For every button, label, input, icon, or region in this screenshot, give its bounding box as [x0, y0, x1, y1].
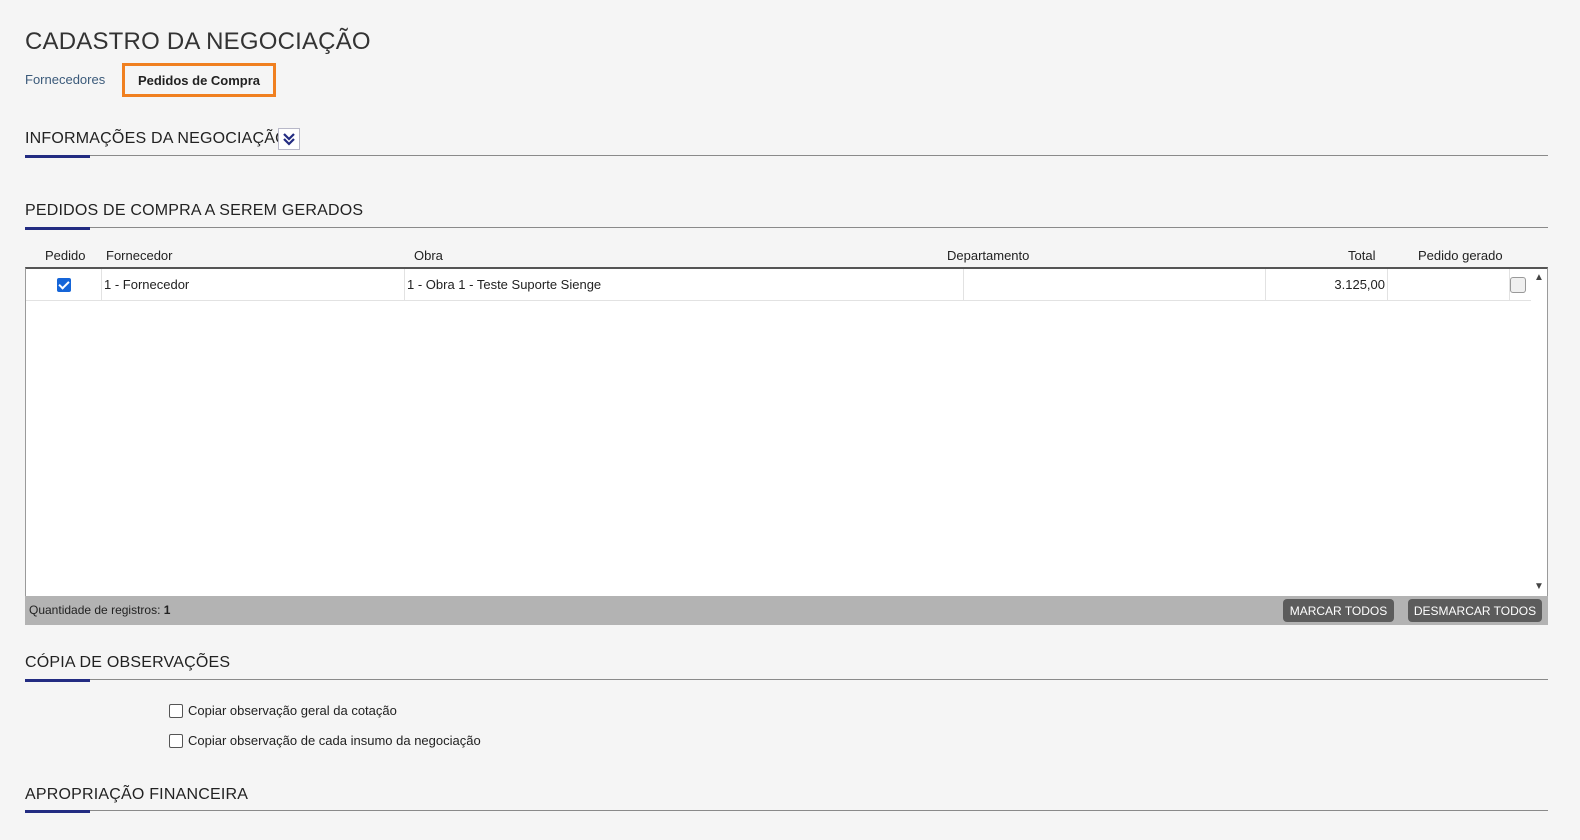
tab-fornecedores[interactable]: Fornecedores — [25, 72, 105, 87]
expand-button[interactable] — [278, 128, 300, 150]
option-copy-each[interactable]: Copiar observação de cada insumo da nego… — [169, 733, 481, 748]
section-accent — [25, 155, 90, 158]
option-label: Copiar observação de cada insumo da nego… — [188, 733, 481, 748]
table-body: 1 - Fornecedor 1 - Obra 1 - Teste Suport… — [25, 267, 1548, 597]
cell-pedido-gerado — [1388, 269, 1510, 300]
cell-departamento — [964, 269, 1266, 300]
checkbox[interactable] — [169, 733, 183, 748]
option-copy-general[interactable]: Copiar observação geral da cotação — [169, 703, 397, 718]
col-header-obra[interactable]: Obra — [414, 248, 443, 263]
cell-obra: 1 - Obra 1 - Teste Suporte Sienge — [405, 269, 964, 300]
table-footer: Quantidade de registros: 1 MARCAR TODOS … — [25, 596, 1548, 625]
mark-all-button[interactable]: MARCAR TODOS — [1283, 599, 1394, 622]
section-title-pedidos: PEDIDOS DE COMPRA A SEREM GERADOS — [25, 202, 364, 219]
row-checkbox[interactable] — [57, 278, 71, 292]
col-header-fornecedor[interactable]: Fornecedor — [106, 248, 172, 263]
scroll-down-icon[interactable]: ▼ — [1533, 581, 1545, 593]
col-header-departamento[interactable]: Departamento — [947, 248, 1029, 263]
section-informacoes: INFORMAÇÕES DA NEGOCIAÇÃO — [25, 128, 1548, 158]
tab-pedidos-de-compra[interactable]: Pedidos de Compra — [122, 63, 276, 97]
page-title: CADASTRO DA NEGOCIAÇÃO — [25, 28, 371, 55]
table-row[interactable]: 1 - Fornecedor 1 - Obra 1 - Teste Suport… — [26, 269, 1531, 301]
section-pedidos: PEDIDOS DE COMPRA A SEREM GERADOS — [25, 202, 1548, 230]
section-divider — [25, 679, 1548, 680]
section-divider — [25, 227, 1548, 228]
scroll-up-icon[interactable]: ▲ — [1533, 272, 1545, 284]
section-accent — [25, 679, 90, 682]
option-label: Copiar observação geral da cotação — [188, 703, 397, 718]
section-divider — [25, 155, 1548, 156]
section-apropriacao: APROPRIAÇÃO FINANCEIRA — [25, 786, 1548, 813]
section-divider — [25, 810, 1548, 811]
orders-table: Pedido Fornecedor Obra Departamento Tota… — [25, 244, 1548, 625]
section-copia: CÓPIA DE OBSERVAÇÕES — [25, 654, 1548, 682]
section-accent — [25, 810, 90, 813]
cell-fornecedor: 1 - Fornecedor — [102, 269, 405, 300]
col-header-total[interactable]: Total — [1348, 248, 1375, 263]
table-header: Pedido Fornecedor Obra Departamento Tota… — [25, 244, 1548, 267]
record-count-label: Quantidade de registros: — [29, 603, 161, 617]
section-title-copia: CÓPIA DE OBSERVAÇÕES — [25, 654, 231, 671]
section-title-informacoes: INFORMAÇÕES DA NEGOCIAÇÃO — [25, 130, 288, 147]
checkbox[interactable] — [169, 703, 183, 718]
col-header-pedido-gerado[interactable]: Pedido gerado — [1418, 248, 1503, 263]
record-count-value: 1 — [163, 603, 171, 617]
double-chevron-down-icon — [283, 133, 295, 146]
cell-total: 3.125,00 — [1266, 269, 1388, 300]
section-title-apropriacao: APROPRIAÇÃO FINANCEIRA — [25, 786, 249, 803]
cell-pedido — [26, 269, 102, 300]
record-count: Quantidade de registros: 1 — [29, 603, 170, 617]
edit-icon[interactable] — [1510, 277, 1526, 293]
unmark-all-button[interactable]: DESMARCAR TODOS — [1408, 599, 1542, 622]
section-accent — [25, 227, 90, 230]
col-header-pedido[interactable]: Pedido — [45, 248, 85, 263]
